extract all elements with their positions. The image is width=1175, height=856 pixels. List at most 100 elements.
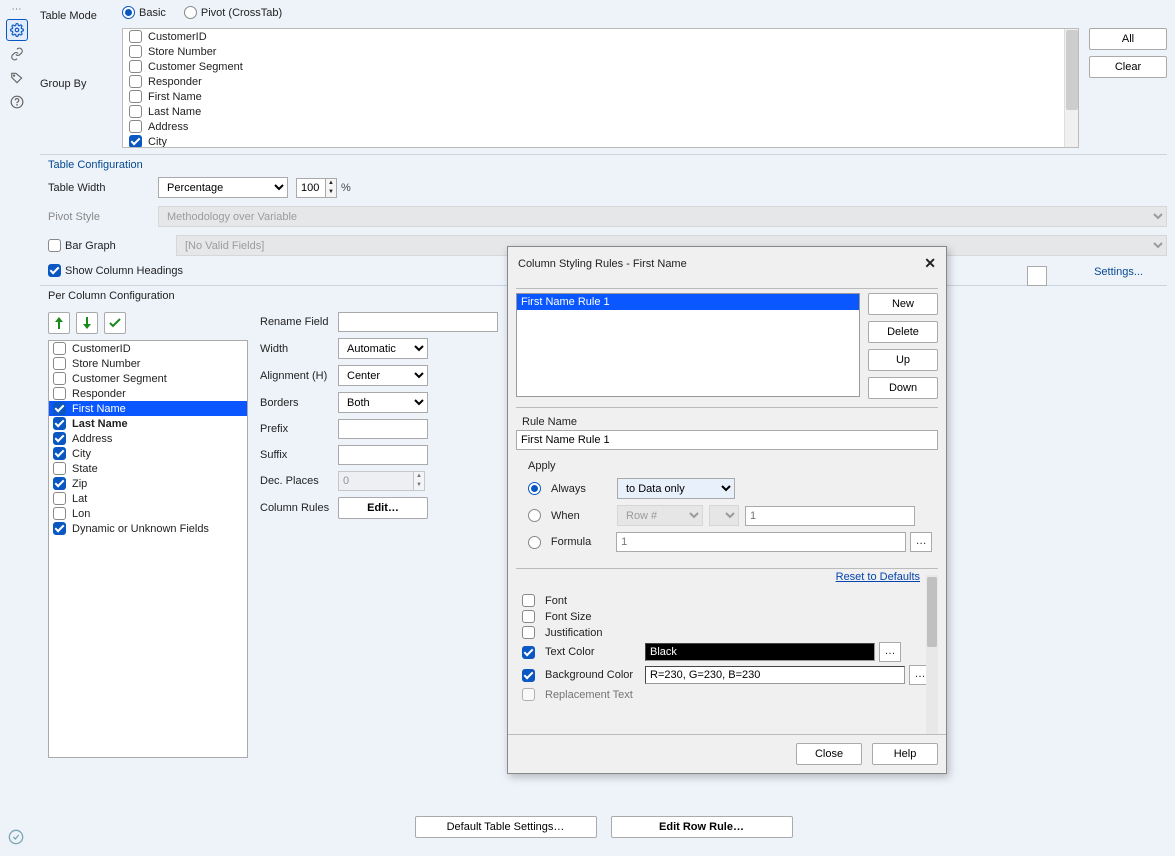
pivot-style-label: Pivot Style: [48, 211, 158, 223]
column-list-item[interactable]: Store Number: [49, 356, 247, 371]
text-color-picker-button[interactable]: …: [879, 642, 901, 662]
all-button[interactable]: All: [1089, 28, 1167, 50]
rule-down-button[interactable]: Down: [868, 377, 938, 399]
group-by-item[interactable]: Customer Segment: [123, 59, 1078, 74]
column-list-item[interactable]: Last Name: [49, 416, 247, 431]
scrollbar[interactable]: [1064, 29, 1078, 147]
column-list-item[interactable]: Zip: [49, 476, 247, 491]
apply-when-radio[interactable]: [528, 509, 541, 522]
rule-name-input[interactable]: [516, 430, 938, 450]
text-color-checkbox[interactable]: [522, 646, 535, 659]
alignment-label: Alignment (H): [260, 370, 338, 382]
pivot-style-select: Methodology over Variable: [158, 206, 1167, 227]
edit-rules-button[interactable]: Edit…: [338, 497, 428, 519]
prefix-input: [338, 419, 428, 439]
apply-formula-radio[interactable]: [528, 536, 541, 549]
table-mode-basic[interactable]: Basic: [122, 6, 166, 19]
apply-scope-select[interactable]: to Data only: [617, 478, 735, 499]
bar-graph-checkbox[interactable]: Bar Graph: [48, 239, 158, 252]
move-down-icon[interactable]: [76, 312, 98, 334]
column-styling-dialog: Column Styling Rules - First Name ✕ Firs…: [507, 246, 947, 774]
formula-input: [616, 532, 906, 552]
suffix-label: Suffix: [260, 449, 338, 461]
dec-places-spinner: ▲▼: [338, 471, 425, 491]
default-table-settings-button[interactable]: Default Table Settings…: [415, 816, 597, 838]
table-mode-label: Table Mode: [40, 6, 122, 22]
table-width-spinner[interactable]: ▲▼: [296, 178, 337, 198]
when-field-select: Row #: [617, 505, 703, 526]
group-by-item[interactable]: Address: [123, 119, 1078, 134]
help-icon[interactable]: [6, 91, 28, 113]
apply-always-radio[interactable]: [528, 482, 541, 495]
table-mode-pivot[interactable]: Pivot (CrossTab): [184, 6, 282, 19]
group-by-item[interactable]: City: [123, 134, 1078, 148]
group-by-item[interactable]: Store Number: [123, 44, 1078, 59]
dialog-close-button[interactable]: Close: [796, 743, 862, 765]
column-list-item[interactable]: City: [49, 446, 247, 461]
rename-field-label: Rename Field: [260, 316, 338, 328]
column-list[interactable]: CustomerIDStore NumberCustomer SegmentRe…: [48, 340, 248, 758]
group-by-item[interactable]: CustomerID: [123, 29, 1078, 44]
group-by-list[interactable]: CustomerIDStore NumberCustomer SegmentRe…: [122, 28, 1079, 148]
bar-graph-settings[interactable]: Settings...: [1094, 266, 1143, 278]
edit-row-rule-button[interactable]: Edit Row Rule…: [611, 816, 793, 838]
dec-places-label: Dec. Places: [260, 475, 338, 487]
arrow-down-icon[interactable]: ▼: [326, 188, 336, 197]
rule-item[interactable]: First Name Rule 1: [517, 294, 859, 310]
tag-icon[interactable]: [6, 67, 28, 89]
apply-label: Apply: [528, 460, 932, 472]
justification-checkbox[interactable]: [522, 626, 535, 639]
rule-name-label: Rule Name: [522, 416, 938, 428]
table-config-title: Table Configuration: [48, 159, 1167, 171]
check-icon[interactable]: [104, 312, 126, 334]
column-list-item[interactable]: Address: [49, 431, 247, 446]
dialog-help-button[interactable]: Help: [872, 743, 938, 765]
dialog-title: Column Styling Rules - First Name: [518, 258, 687, 270]
column-list-item[interactable]: Customer Segment: [49, 371, 247, 386]
column-list-item[interactable]: Dynamic or Unknown Fields: [49, 521, 247, 536]
table-width-mode[interactable]: Percentage: [158, 177, 288, 198]
bg-color-checkbox[interactable]: [522, 669, 535, 682]
bar-graph-field-remnant[interactable]: [1027, 266, 1047, 286]
show-column-headings[interactable]: Show Column Headings: [48, 264, 183, 277]
column-list-item[interactable]: Responder: [49, 386, 247, 401]
column-list-item[interactable]: First Name: [49, 401, 247, 416]
styles-scrollbar[interactable]: [926, 575, 938, 734]
link-icon[interactable]: [6, 43, 28, 65]
group-by-label: Group By: [40, 28, 122, 90]
gear-icon[interactable]: [6, 19, 28, 41]
width-select[interactable]: Automatic: [338, 338, 428, 359]
delete-rule-button[interactable]: Delete: [868, 321, 938, 343]
move-up-icon[interactable]: [48, 312, 70, 334]
column-list-item[interactable]: Lat: [49, 491, 247, 506]
rule-up-button[interactable]: Up: [868, 349, 938, 371]
group-by-item[interactable]: First Name: [123, 89, 1078, 104]
borders-select[interactable]: Both: [338, 392, 428, 413]
drag-handle-icon: ⋯: [0, 4, 34, 15]
width-label: Width: [260, 343, 338, 355]
bg-color-swatch[interactable]: R=230, G=230, B=230: [645, 666, 905, 684]
column-rules-label: Column Rules: [260, 502, 338, 514]
group-by-item[interactable]: Responder: [123, 74, 1078, 89]
status-ok-icon: [8, 829, 24, 848]
close-icon[interactable]: ✕: [924, 255, 936, 272]
alignment-select[interactable]: Center: [338, 365, 428, 386]
column-list-item[interactable]: State: [49, 461, 247, 476]
reset-defaults-link[interactable]: Reset to Defaults: [836, 571, 920, 583]
column-list-item[interactable]: CustomerID: [49, 341, 247, 356]
text-color-swatch[interactable]: Black: [645, 643, 875, 661]
replacement-text-checkbox[interactable]: [522, 688, 535, 701]
clear-button[interactable]: Clear: [1089, 56, 1167, 78]
rules-list[interactable]: First Name Rule 1: [516, 293, 860, 397]
table-width-label: Table Width: [48, 182, 158, 194]
borders-label: Borders: [260, 397, 338, 409]
new-rule-button[interactable]: New: [868, 293, 938, 315]
group-by-item[interactable]: Last Name: [123, 104, 1078, 119]
column-list-item[interactable]: Lon: [49, 506, 247, 521]
font-size-checkbox[interactable]: [522, 610, 535, 623]
formula-browse-button[interactable]: …: [910, 532, 932, 552]
arrow-up-icon[interactable]: ▲: [326, 179, 336, 188]
rename-field-input[interactable]: [338, 312, 498, 332]
font-checkbox[interactable]: [522, 594, 535, 607]
prefix-label: Prefix: [260, 423, 338, 435]
